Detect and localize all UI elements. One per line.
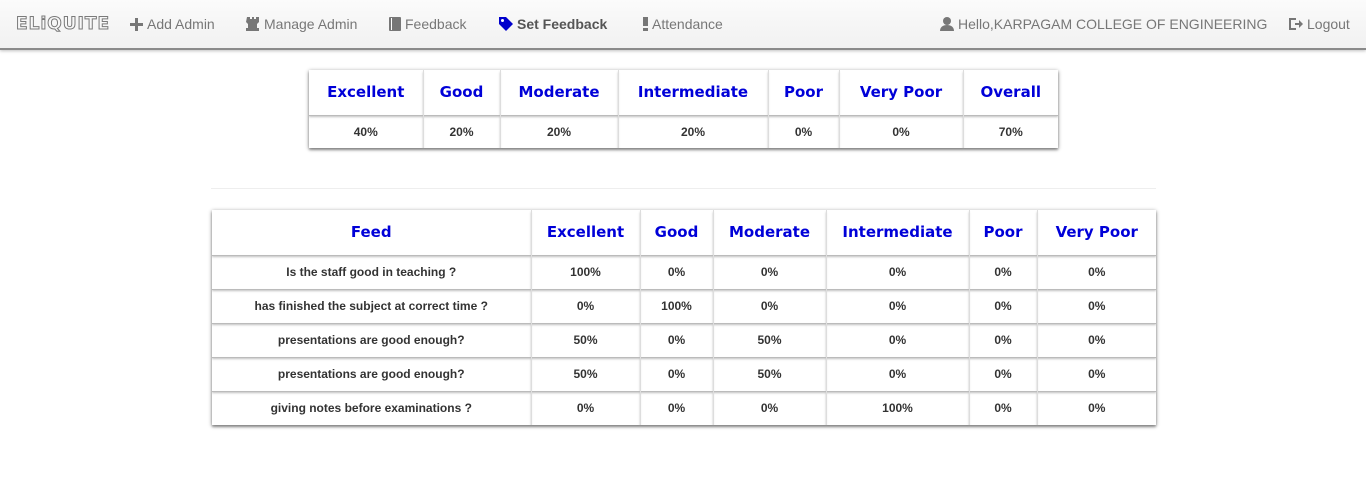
nav-add-admin-label: Add Admin (147, 16, 215, 32)
chess-rook-icon (246, 17, 260, 31)
feed-question: has finished the subject at correct time… (212, 288, 532, 323)
feed-header-poor: Poor (969, 210, 1038, 255)
brand-logo[interactable]: ELiQUITE (15, 14, 110, 35)
exclamation-icon (643, 17, 648, 31)
summary-header-intermediate: Intermediate (618, 70, 769, 115)
feed-poor: 0% (969, 254, 1038, 289)
feed-excellent: 50% (531, 356, 641, 391)
feed-very-poor: 0% (1037, 254, 1156, 289)
feed-excellent: 0% (531, 288, 641, 323)
feed-question: Is the staff good in teaching ? (212, 254, 532, 289)
section-divider (211, 188, 1156, 189)
feed-question: presentations are good enough? (212, 356, 532, 391)
summary-value-poor: 0% (768, 114, 840, 148)
nav-feedback-label: Feedback (405, 16, 467, 32)
table-row: Is the staff good in teaching ? 100% 0% … (212, 254, 1156, 289)
summary-value-excellent: 40% (309, 114, 424, 148)
tag-icon (499, 17, 513, 31)
summary-header-overall: Overall (963, 70, 1058, 115)
nav-attendance[interactable]: Attendance (643, 16, 723, 32)
feed-excellent: 50% (531, 322, 641, 357)
feed-header-moderate: Moderate (713, 210, 827, 255)
table-row: presentations are good enough? 50% 0% 50… (212, 356, 1156, 391)
feed-header-excellent: Excellent (531, 210, 641, 255)
summary-value-overall: 70% (963, 114, 1058, 148)
summary-values-row: 40% 20% 20% 20% 0% 0% 70% (309, 114, 1058, 148)
logout-link[interactable]: Logout (1289, 16, 1350, 32)
nav-feedback[interactable]: Feedback (389, 16, 466, 32)
feed-good: 0% (640, 390, 714, 425)
feed-header-good: Good (640, 210, 714, 255)
summary-header-very-poor: Very Poor (839, 70, 964, 115)
feed-question: giving notes before examinations ? (212, 390, 532, 425)
logout-icon (1289, 17, 1303, 31)
logout-label: Logout (1307, 16, 1350, 32)
nav-manage-admin[interactable]: Manage Admin (246, 16, 357, 32)
summary-value-moderate: 20% (500, 114, 619, 148)
book-icon (389, 17, 401, 31)
feed-intermediate: 0% (826, 288, 970, 323)
feed-moderate: 50% (713, 322, 827, 357)
summary-value-very-poor: 0% (839, 114, 964, 148)
feed-table: Feed Excellent Good Moderate Intermediat… (212, 210, 1156, 425)
feed-poor: 0% (969, 322, 1038, 357)
top-navbar: ELiQUITE Add Admin Manage Admin Feedback… (0, 0, 1366, 50)
summary-header-moderate: Moderate (500, 70, 619, 115)
summary-value-good: 20% (423, 114, 501, 148)
feed-moderate: 0% (713, 390, 827, 425)
feed-moderate: 0% (713, 254, 827, 289)
feed-poor: 0% (969, 356, 1038, 391)
nav-add-admin[interactable]: Add Admin (130, 16, 215, 32)
summary-table: Excellent Good Moderate Intermediate Poo… (309, 70, 1058, 148)
summary-value-intermediate: 20% (618, 114, 769, 148)
feed-poor: 0% (969, 288, 1038, 323)
plus-icon (130, 17, 143, 31)
table-row: has finished the subject at correct time… (212, 288, 1156, 323)
nav-set-feedback[interactable]: Set Feedback (499, 16, 607, 32)
feed-very-poor: 0% (1037, 322, 1156, 357)
feed-intermediate: 100% (826, 390, 970, 425)
feed-intermediate: 0% (826, 356, 970, 391)
nav-set-feedback-label: Set Feedback (517, 16, 608, 32)
feed-very-poor: 0% (1037, 356, 1156, 391)
feed-very-poor: 0% (1037, 288, 1156, 323)
table-row: presentations are good enough? 50% 0% 50… (212, 322, 1156, 357)
feed-excellent: 100% (531, 254, 641, 289)
feed-header-row: Feed Excellent Good Moderate Intermediat… (212, 210, 1156, 255)
user-greeting[interactable]: Hello,KARPAGAM COLLEGE OF ENGINEERING (940, 16, 1267, 32)
user-greeting-label: Hello,KARPAGAM COLLEGE OF ENGINEERING (958, 16, 1268, 32)
feed-excellent: 0% (531, 390, 641, 425)
summary-header-excellent: Excellent (309, 70, 424, 115)
summary-header-poor: Poor (768, 70, 840, 115)
feed-very-poor: 0% (1037, 390, 1156, 425)
user-icon (940, 17, 954, 31)
feed-header-feed: Feed (212, 210, 532, 255)
feed-good: 0% (640, 356, 714, 391)
feed-question: presentations are good enough? (212, 322, 532, 357)
table-row: giving notes before examinations ? 0% 0%… (212, 390, 1156, 425)
feed-poor: 0% (969, 390, 1038, 425)
summary-header-row: Excellent Good Moderate Intermediate Poo… (309, 70, 1058, 115)
feed-good: 100% (640, 288, 714, 323)
feed-header-intermediate: Intermediate (826, 210, 970, 255)
feed-intermediate: 0% (826, 254, 970, 289)
feed-good: 0% (640, 254, 714, 289)
feed-intermediate: 0% (826, 322, 970, 357)
feed-good: 0% (640, 322, 714, 357)
feed-moderate: 0% (713, 288, 827, 323)
feed-moderate: 50% (713, 356, 827, 391)
nav-manage-admin-label: Manage Admin (264, 16, 358, 32)
nav-attendance-label: Attendance (652, 16, 723, 32)
feed-header-very-poor: Very Poor (1037, 210, 1156, 255)
summary-header-good: Good (423, 70, 501, 115)
